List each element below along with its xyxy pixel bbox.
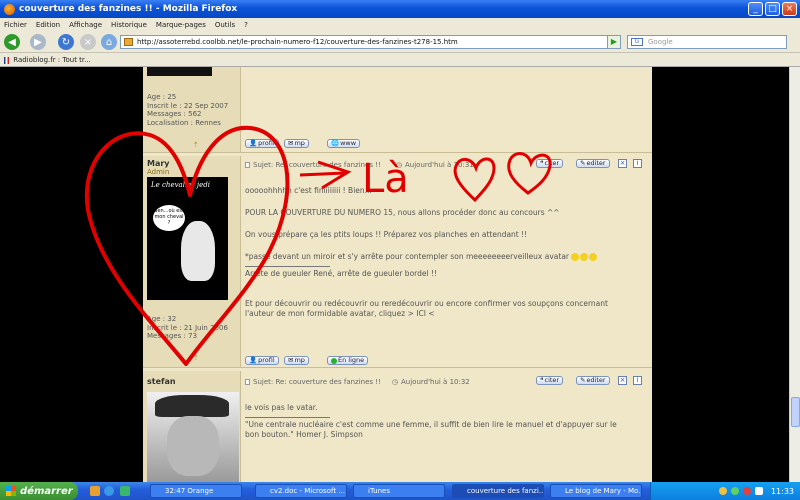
tray-icon[interactable] bbox=[730, 487, 739, 495]
annotation-small-heart-2 bbox=[507, 152, 552, 195]
quicklaunch-icon[interactable] bbox=[90, 486, 100, 496]
annotation-overlay: Là bbox=[84, 125, 552, 366]
annotation-text: Là bbox=[362, 156, 409, 202]
annotation-small-heart-1 bbox=[453, 157, 496, 203]
windows-taskbar: démarrer 32:47 Orange cv2.doc - Microsof… bbox=[0, 482, 800, 500]
taskbar-item-firefox-forum[interactable]: couverture des fanzi... bbox=[452, 484, 544, 498]
system-tray: 11:33 bbox=[650, 482, 800, 500]
taskbar-item-orange[interactable]: 32:47 Orange bbox=[150, 484, 242, 498]
clock: 11:33 bbox=[770, 486, 794, 496]
annotation-big-heart bbox=[84, 125, 290, 366]
windows-logo-icon bbox=[6, 486, 16, 496]
tray-icon[interactable] bbox=[718, 487, 727, 495]
tray-icon[interactable] bbox=[754, 487, 763, 495]
quicklaunch-icon[interactable] bbox=[120, 486, 130, 496]
annotation-arrow-line bbox=[299, 171, 346, 177]
taskbar-item-word[interactable]: cv2.doc - Microsoft ... bbox=[255, 484, 347, 498]
tray-icon[interactable] bbox=[742, 487, 751, 495]
start-button[interactable]: démarrer bbox=[0, 482, 78, 500]
taskbar-item-firefox-blog[interactable]: Le blog de Mary - Mo... bbox=[550, 484, 642, 498]
taskbar-item-itunes[interactable]: iTunes bbox=[353, 484, 445, 498]
quicklaunch-icon[interactable] bbox=[104, 486, 114, 496]
